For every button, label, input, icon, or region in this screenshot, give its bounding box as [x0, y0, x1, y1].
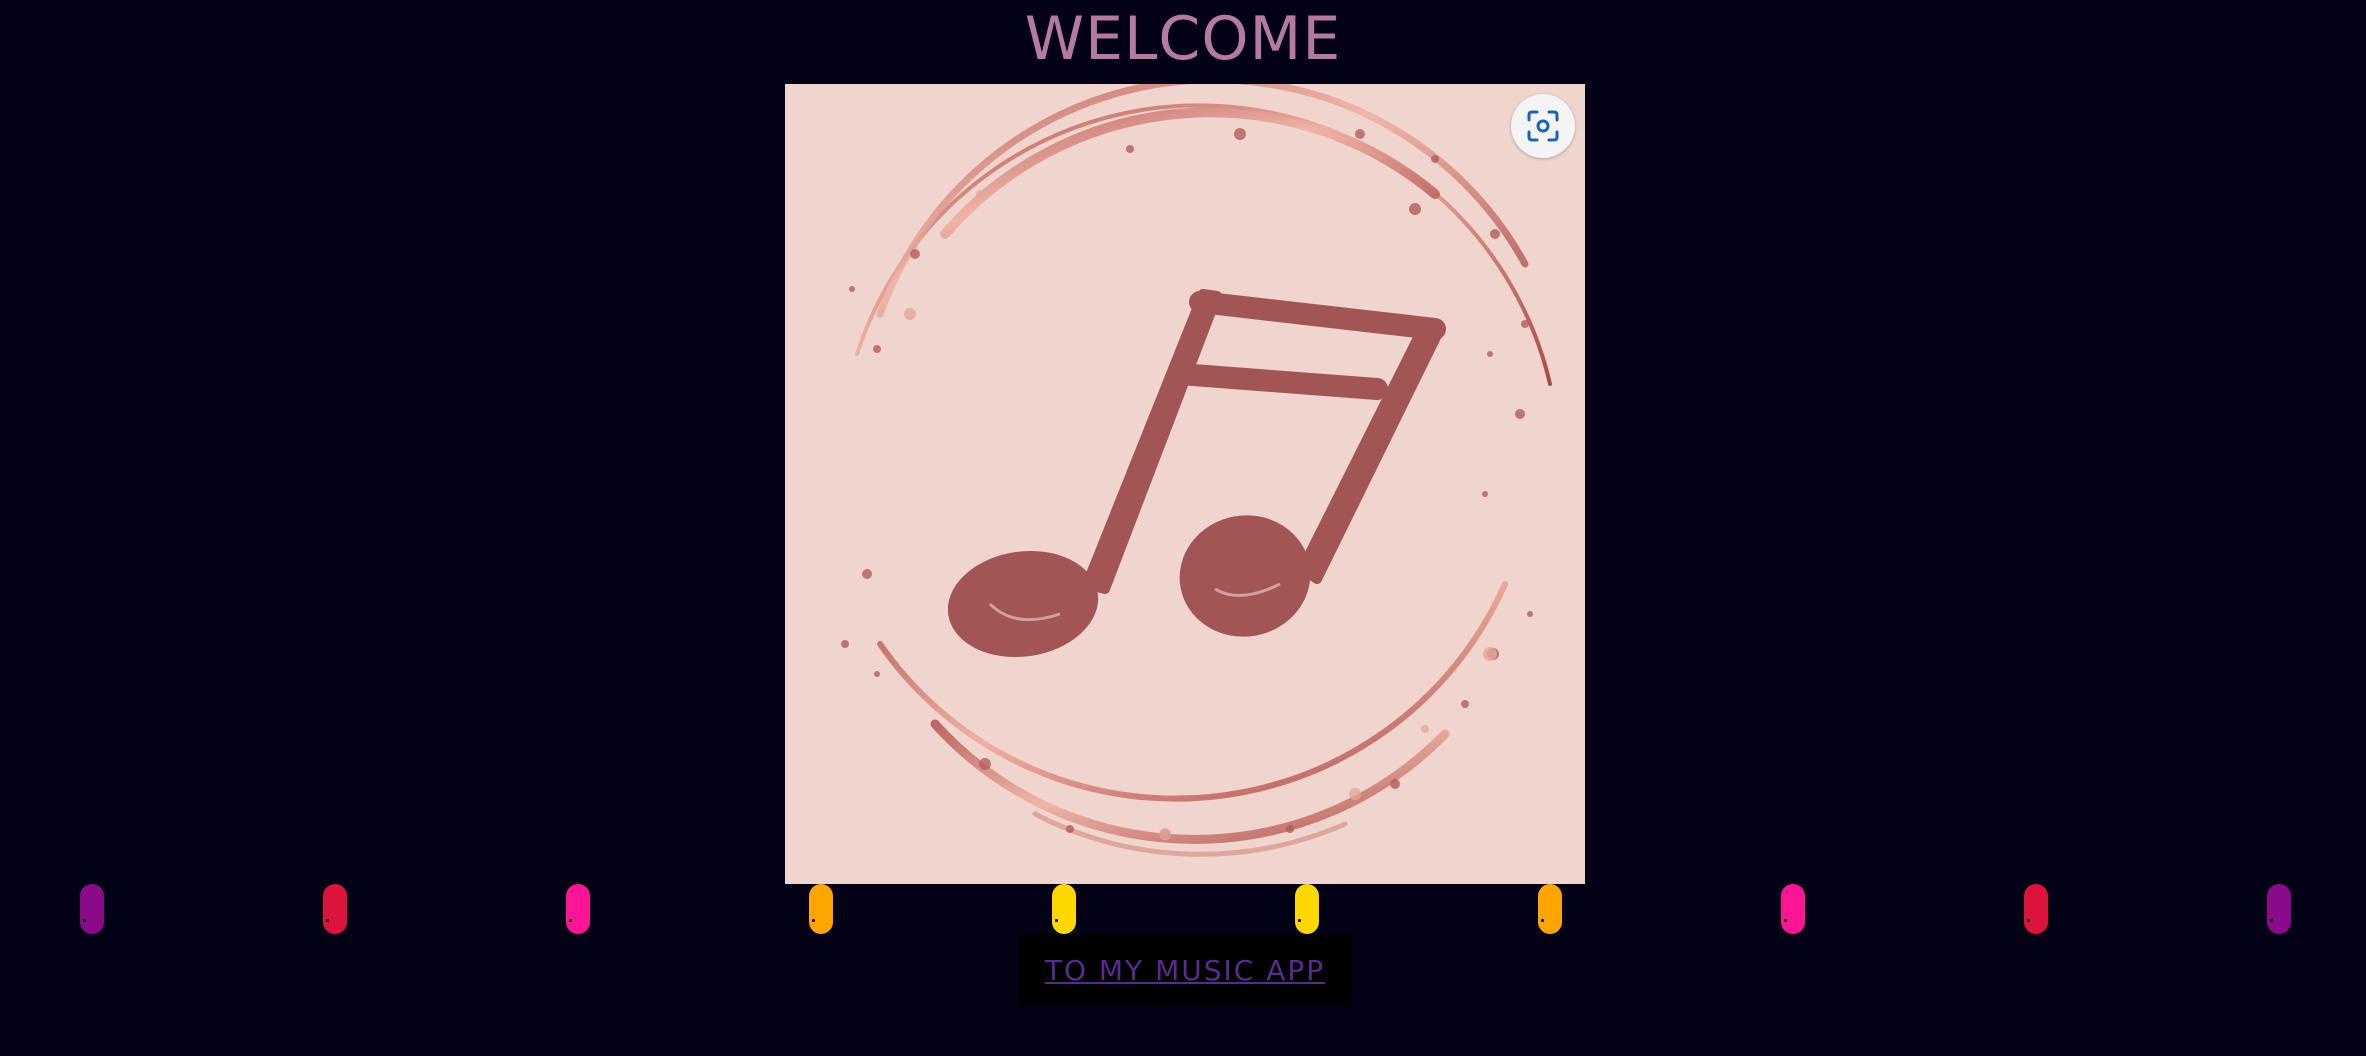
- equalizer-bar: [1295, 884, 1319, 934]
- equalizer-bar: [1781, 884, 1805, 934]
- bar-dot: [812, 919, 815, 922]
- equalizer-bars: [0, 884, 2366, 934]
- bar-dot: [569, 919, 572, 922]
- hero-image: [785, 84, 1585, 884]
- equalizer-bar: [1538, 884, 1562, 934]
- equalizer-bar: [2024, 884, 2048, 934]
- equalizer-bar: [80, 884, 104, 934]
- bar-dot: [2270, 919, 2273, 922]
- music-app-link[interactable]: TO MY MUSIC APP: [1018, 934, 1352, 1006]
- bar-dot: [1784, 919, 1787, 922]
- equalizer-bar: [323, 884, 347, 934]
- bar-dot: [1541, 919, 1544, 922]
- equalizer-bar: [809, 884, 833, 934]
- bar-dot: [1055, 919, 1058, 922]
- page-title: WELCOME: [1024, 4, 1342, 74]
- bar-dot: [326, 919, 329, 922]
- bar-dot: [1298, 919, 1301, 922]
- welcome-page: WELCOME TO MY MUSIC APP: [0, 0, 2366, 1056]
- bar-dot: [83, 919, 86, 922]
- visual-search-icon: [1527, 110, 1559, 142]
- equalizer-bar: [566, 884, 590, 934]
- equalizer-bar: [1052, 884, 1076, 934]
- bar-dot: [2027, 919, 2030, 922]
- equalizer-bar: [2267, 884, 2291, 934]
- music-note-icon: [841, 84, 1552, 857]
- visual-search-button[interactable]: [1511, 94, 1575, 158]
